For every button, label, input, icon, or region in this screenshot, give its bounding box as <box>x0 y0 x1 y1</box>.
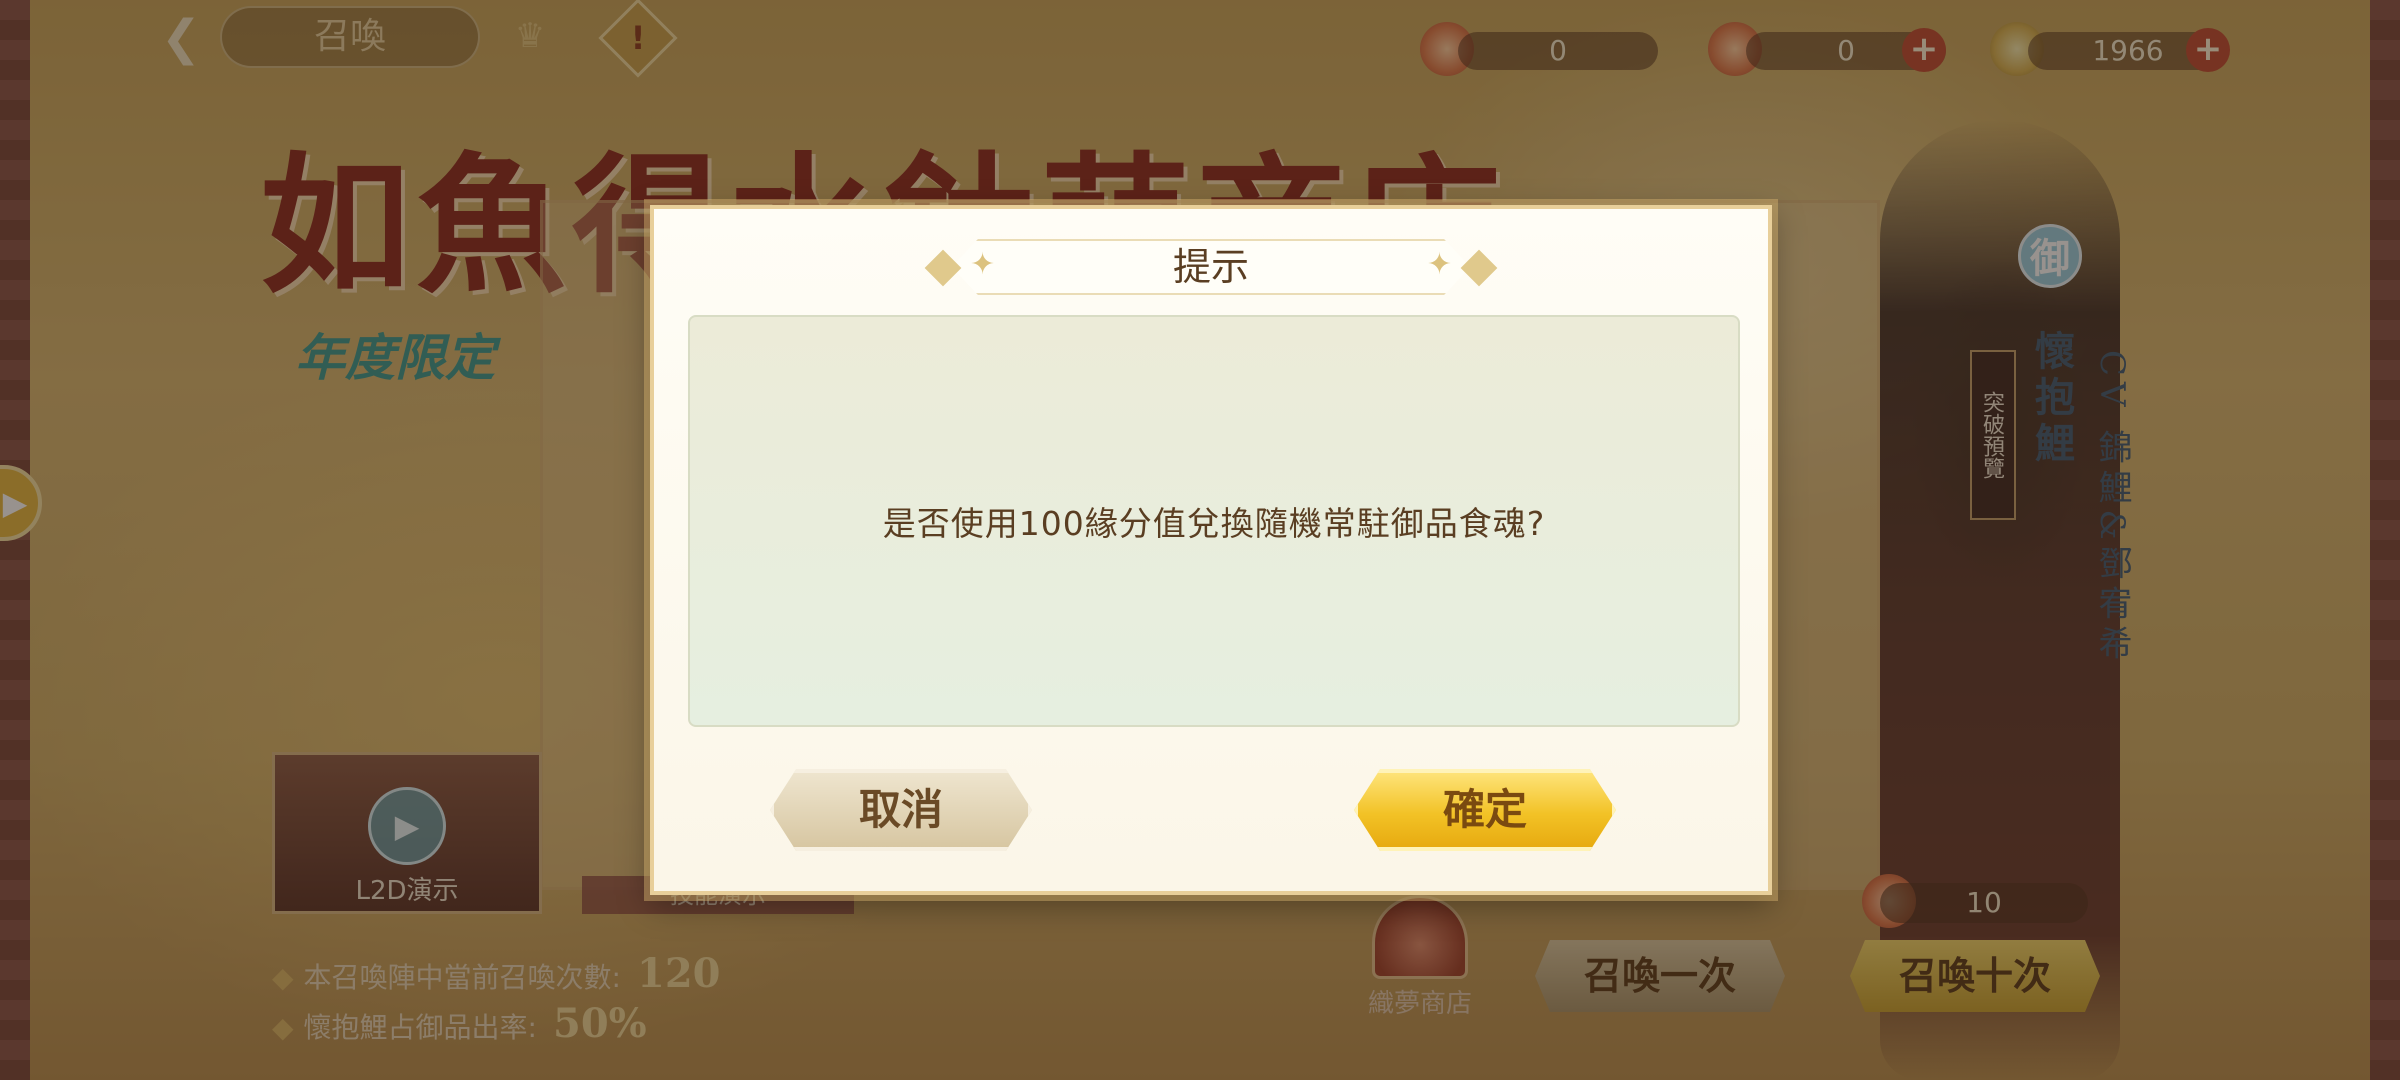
confirm-button[interactable]: 確定 <box>1354 769 1616 851</box>
dialog-message: 是否使用100緣分值兌換隨機常駐御品食魂? <box>882 504 1546 543</box>
dialog-message-box: 是否使用100緣分值兌換隨機常駐御品食魂? <box>688 315 1740 727</box>
cancel-button[interactable]: 取消 <box>770 769 1032 851</box>
dialog-title-bar: ✦ ✦ 提示 <box>924 239 1498 295</box>
confirm-dialog: ✦ ✦ 提示 是否使用100緣分值兌換隨機常駐御品食魂? 取消 確定 <box>650 205 1772 895</box>
dialog-title: 提示 <box>1172 245 1249 289</box>
